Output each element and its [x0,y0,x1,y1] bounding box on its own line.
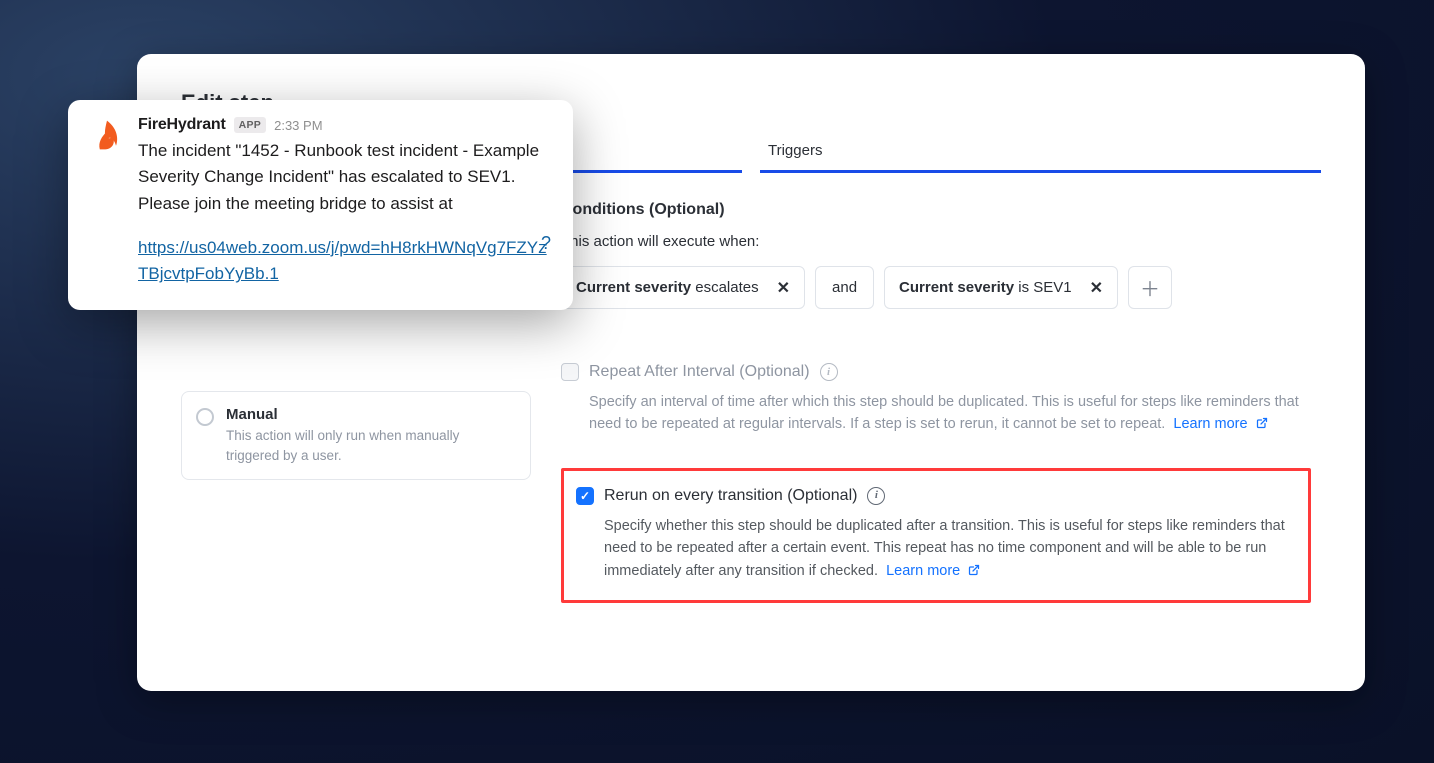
tab-triggers[interactable]: Triggers [760,134,1321,173]
repeat-title: Repeat After Interval (Optional) [589,363,810,381]
chip1-bold: Current severity [576,279,691,296]
slack-notification: FireHydrant APP 2:33 PM The incident "14… [68,100,573,310]
logic-label: and [832,279,857,296]
rerun-desc: Specify whether this step should be dupl… [576,515,1290,582]
remove-condition-2-icon[interactable]: ✕ [1090,278,1103,298]
radio-desc: This action will only run when manually … [226,426,516,465]
app-badge: APP [234,117,267,133]
repeat-head: Repeat After Interval (Optional) i [561,363,1311,381]
repeat-checkbox[interactable] [561,363,579,381]
rerun-block: ✓ Rerun on every transition (Optional) i… [576,487,1290,582]
rerun-highlight-box: ✓ Rerun on every transition (Optional) i… [561,468,1311,603]
right-column: Conditions (Optional) This action will e… [561,201,1321,603]
condition-logic[interactable]: and [815,266,874,309]
conditions-chips: Current severity escalates ✕ and Current… [561,266,1311,309]
condition-chip-2[interactable]: Current severity is SEV1 ✕ [884,266,1118,309]
info-icon[interactable]: i [820,363,838,381]
repeat-learn-more-link[interactable]: Learn more [1173,416,1247,432]
firehydrant-logo-icon [88,116,126,154]
external-link-icon [968,562,980,582]
rerun-learn-more-link[interactable]: Learn more [886,563,960,579]
help-icon[interactable]: ? [541,233,551,254]
slack-timestamp: 2:33 PM [274,118,322,133]
add-condition-button[interactable]: ＋ [1128,266,1172,309]
conditions-intro: This action will execute when: [561,233,1311,250]
condition-chip-1[interactable]: Current severity escalates ✕ [561,266,805,309]
external-link-icon [1256,415,1268,435]
slack-sender: FireHydrant [138,116,226,134]
radio-body: Manual This action will only run when ma… [226,406,516,465]
chip2-rest: is SEV1 [1018,279,1071,296]
slack-head: FireHydrant APP 2:33 PM [138,116,551,134]
slack-message: The incident "1452 - Runbook test incide… [138,138,551,217]
slack-body: FireHydrant APP 2:33 PM The incident "14… [138,116,551,288]
rerun-head: ✓ Rerun on every transition (Optional) i [576,487,1290,505]
chip2-bold: Current severity [899,279,1014,296]
rerun-title: Rerun on every transition (Optional) [604,487,857,505]
radio-circle-icon[interactable] [196,408,214,426]
chip1-rest: escalates [695,279,758,296]
repeat-interval-block: Repeat After Interval (Optional) i Speci… [561,363,1311,436]
rerun-checkbox[interactable]: ✓ [576,487,594,505]
remove-condition-1-icon[interactable]: ✕ [777,278,790,298]
conditions-heading: Conditions (Optional) [561,201,1311,219]
tab-triggers-label: Triggers [768,142,822,159]
radio-title: Manual [226,406,516,423]
info-icon[interactable]: i [867,487,885,505]
radio-option-manual[interactable]: Manual This action will only run when ma… [181,391,531,480]
zoom-link[interactable]: https://us04web.zoom.us/j/pwd=hH8rkHWNqV… [138,235,551,288]
repeat-desc: Specify an interval of time after which … [561,391,1311,436]
